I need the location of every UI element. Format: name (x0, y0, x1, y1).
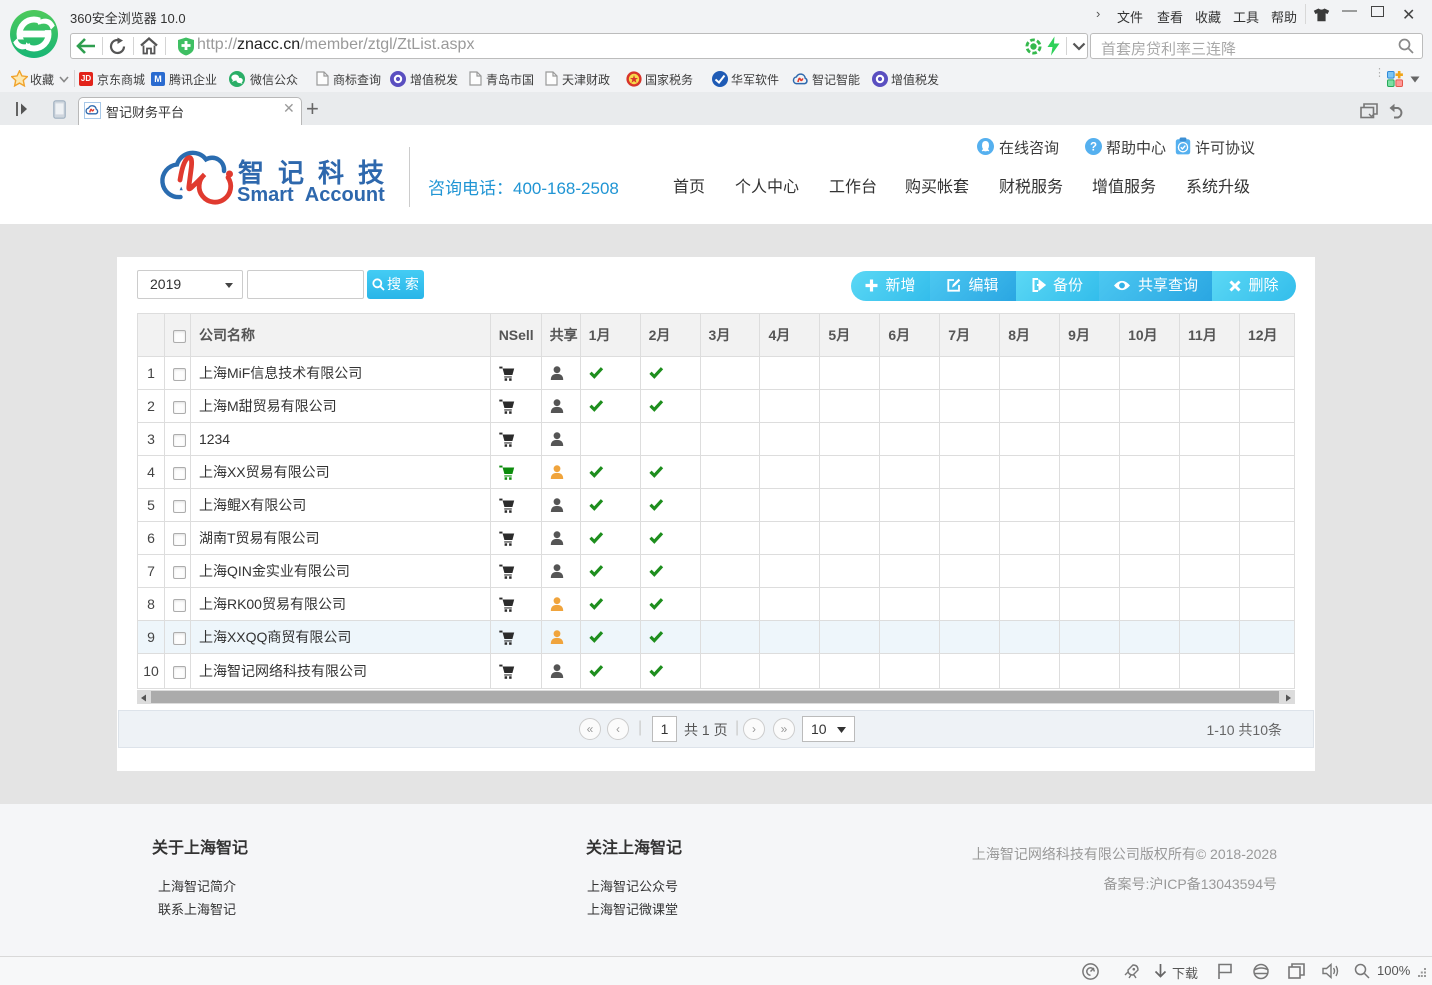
svg-text:?: ? (1090, 142, 1097, 154)
